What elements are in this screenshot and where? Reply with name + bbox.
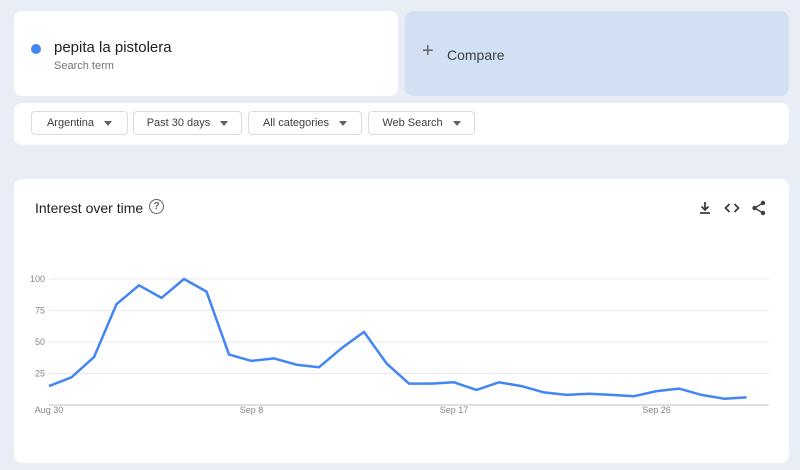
interest-over-time-card: Interest over time ? 25 50 75 100 Aug 30 Sep … (14, 179, 789, 463)
y-tick-label: 50 (35, 337, 45, 347)
region-label: Argentina (46, 117, 95, 129)
series-color-dot (31, 44, 41, 54)
series-line-pepita-la-pistolera (48, 277, 747, 400)
category-label: All categories (262, 117, 330, 129)
x-tick-label: Sep 17 (440, 405, 469, 415)
share-icon[interactable] (750, 199, 768, 217)
y-tick-label: 100 (30, 274, 45, 284)
filter-bar: Argentina Past 30 days All categories We… (14, 103, 789, 145)
dropdown-arrow-icon (452, 120, 461, 126)
time-range-dropdown[interactable]: Past 30 days (133, 111, 242, 135)
category-dropdown[interactable]: All categories (248, 111, 362, 135)
chart-title: Interest over time (35, 200, 144, 216)
dropdown-arrow-icon (220, 120, 229, 126)
dropdown-arrow-icon (104, 120, 113, 126)
compare-label: Compare (447, 47, 505, 63)
time-range-label: Past 30 days (146, 117, 211, 129)
search-term-name[interactable]: pepita la pistolera (54, 39, 172, 56)
x-tick-label: Sep 8 (240, 405, 264, 415)
dropdown-arrow-icon (339, 120, 348, 126)
compare-button[interactable]: + Compare (405, 11, 789, 96)
interest-line-chart: 25 50 75 100 Aug 30 Sep 8 Sep 17 Sep 26 (30, 274, 769, 415)
y-tick-label: 25 (35, 369, 45, 379)
help-icon[interactable]: ? (149, 199, 164, 214)
embed-code-icon[interactable] (723, 199, 741, 217)
search-type-label: Web Search (382, 117, 443, 129)
search-type-dropdown[interactable]: Web Search (368, 111, 475, 135)
search-term-card[interactable]: pepita la pistolera Search term (14, 11, 398, 96)
x-tick-label: Aug 30 (35, 405, 64, 415)
download-icon[interactable] (696, 199, 714, 217)
region-dropdown[interactable]: Argentina (31, 111, 128, 135)
plus-icon: + (422, 40, 434, 62)
x-tick-label: Sep 26 (642, 405, 671, 415)
y-tick-label: 75 (35, 306, 45, 316)
search-term-subtitle: Search term (54, 60, 114, 72)
